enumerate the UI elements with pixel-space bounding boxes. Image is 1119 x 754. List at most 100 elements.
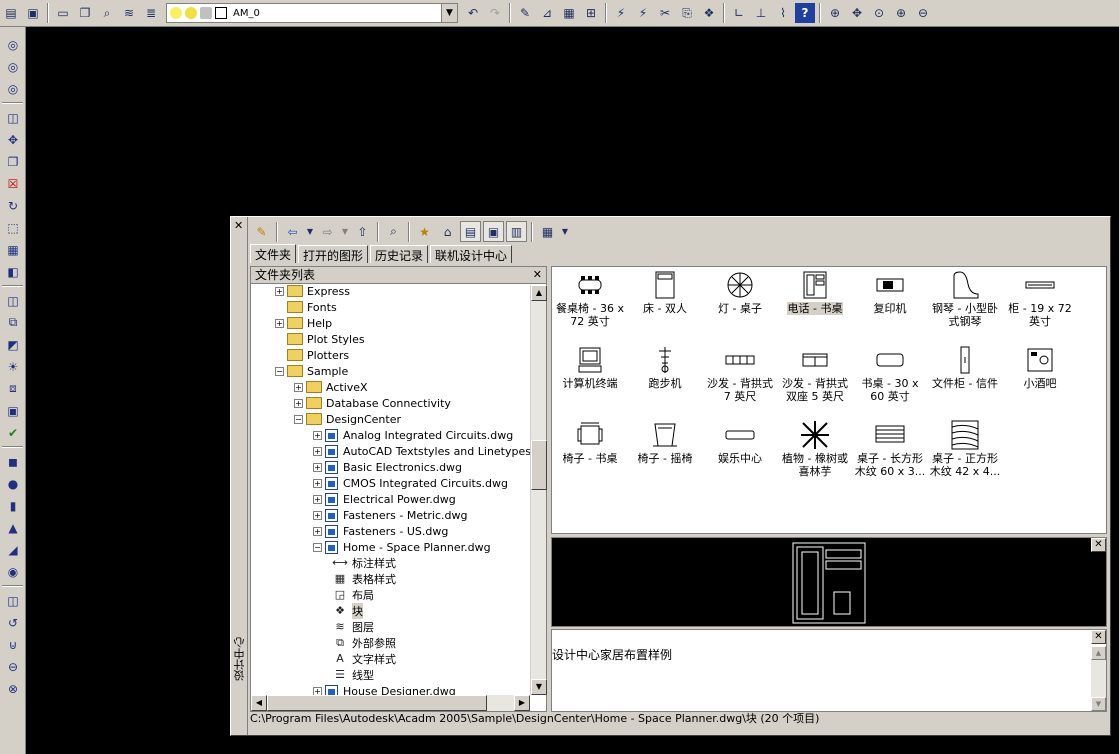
tab-folders[interactable]: 文件夹 <box>250 244 297 263</box>
scroll-down-icon[interactable]: ▼ <box>531 679 547 695</box>
box-solid-icon[interactable]: ◼ <box>3 452 23 471</box>
block-item[interactable]: 餐桌椅 - 36 x 72 英寸 <box>552 270 628 340</box>
block-item[interactable]: 钢琴 - 小型卧式钢琴 <box>927 270 1003 340</box>
cut-icon[interactable]: ✂ <box>655 3 675 23</box>
chevron-down-icon[interactable]: ▼ <box>441 4 457 22</box>
scroll-thumb[interactable] <box>267 695 487 711</box>
forward-icon[interactable]: ⇨ <box>317 221 338 242</box>
expand-icon[interactable]: + <box>294 382 303 392</box>
cone-icon[interactable]: ▲ <box>3 518 23 537</box>
close-icon[interactable]: ✕ <box>234 219 243 232</box>
expand-icon[interactable]: + <box>313 430 322 440</box>
block-item[interactable]: 植物 - 橡树或喜林芋 <box>777 420 853 490</box>
paste-icon[interactable]: ⎘ <box>677 3 697 23</box>
properties-icon[interactable]: ⊞ <box>581 3 601 23</box>
block-item[interactable]: 沙发 - 背拱式 7 英尺 <box>702 345 778 415</box>
subtract-icon[interactable]: ⊖ <box>3 657 23 676</box>
zoom-in-icon[interactable]: ⊕ <box>891 3 911 23</box>
zoom-realtime-icon[interactable]: ⊕ <box>825 3 845 23</box>
back-dropdown-icon[interactable]: ▼ <box>305 221 315 242</box>
tree-folder[interactable]: Plot Styles <box>275 331 365 347</box>
expand-icon[interactable]: + <box>275 286 284 296</box>
tree-horizontal-scrollbar[interactable]: ◀ ▶ <box>251 695 530 711</box>
find-icon[interactable]: ⌕ <box>97 3 117 23</box>
save-icon[interactable]: ▣ <box>23 3 43 23</box>
up-icon[interactable]: ⇧ <box>352 221 373 242</box>
tree-drawing[interactable]: + AutoCAD Textstyles and Linetypes.dwg <box>313 443 530 459</box>
scroll-up-icon[interactable]: ▲ <box>1091 646 1106 660</box>
block-item[interactable]: 沙发 - 背拱式双座 5 英尺 <box>777 345 853 415</box>
match-properties-icon[interactable]: ⚡ <box>611 3 631 23</box>
close-icon[interactable]: ✕ <box>1091 538 1106 552</box>
tree-vertical-scrollbar[interactable]: ▲ ▼ <box>530 285 547 695</box>
tree-drawing[interactable]: + Fasteners - Metric.dwg <box>313 507 467 523</box>
block-item[interactable]: 椅子 - 摇椅 <box>627 420 703 490</box>
pan-icon[interactable]: ✥ <box>847 3 867 23</box>
tree-folder[interactable]: − Sample <box>275 363 348 379</box>
axis-icon[interactable]: ⊥ <box>751 3 771 23</box>
block-insert-icon[interactable]: ❖ <box>699 3 719 23</box>
copy-3d-icon[interactable]: ❐ <box>3 152 23 171</box>
section-icon[interactable]: ▣ <box>3 401 23 420</box>
expand-icon[interactable]: + <box>275 318 284 328</box>
favorites-icon[interactable]: ★ <box>414 221 435 242</box>
collapse-icon[interactable]: − <box>275 366 284 376</box>
scroll-up-icon[interactable]: ▲ <box>531 285 547 301</box>
expand-icon[interactable]: + <box>313 526 322 536</box>
views-icon[interactable]: ▦ <box>537 221 558 242</box>
search-icon[interactable]: ⌕ <box>383 221 404 242</box>
tree-folder[interactable]: + Express <box>275 285 350 299</box>
tree-folder[interactable]: − DesignCenter <box>294 411 401 427</box>
tree-folder[interactable]: Fonts <box>275 299 337 315</box>
zoom-previous-icon[interactable]: ⊖ <box>913 3 933 23</box>
tree-content-type[interactable]: ▦ 表格样式 <box>332 571 396 587</box>
redo-icon[interactable]: ↷ <box>485 3 505 23</box>
tree-toggle-icon[interactable]: ▤ <box>460 221 481 242</box>
delete-icon[interactable]: ☒ <box>3 174 23 193</box>
collapse-icon[interactable]: − <box>313 542 322 552</box>
block-item[interactable]: 计算机终端 <box>552 345 628 415</box>
tree-folder[interactable]: + Help <box>275 315 332 331</box>
tree-content-type[interactable]: ≋ 图层 <box>332 619 374 635</box>
tree-content-type[interactable]: ❖ 块 <box>332 603 363 619</box>
tab-dc-online[interactable]: 联机设计中心 <box>430 245 513 263</box>
block-item[interactable]: 柜 - 19 x 72 英寸 <box>1002 270 1078 340</box>
tree-folder[interactable]: + ActiveX <box>294 379 368 395</box>
pencil-icon[interactable]: ✎ <box>515 3 535 23</box>
load-icon[interactable]: ✎ <box>251 221 272 242</box>
ucs-view-icon[interactable]: ◎ <box>3 79 23 98</box>
expand-icon[interactable]: + <box>313 510 322 520</box>
help-icon[interactable]: ? <box>795 3 815 23</box>
tree-folder[interactable]: Plotters <box>275 347 349 363</box>
move-icon[interactable]: ✥ <box>3 130 23 149</box>
expand-icon[interactable]: + <box>313 494 322 504</box>
render-icon[interactable]: ☀ <box>3 357 23 376</box>
array-icon[interactable]: ▦ <box>3 240 23 259</box>
tree-content-type[interactable]: ◲ 布局 <box>332 587 374 603</box>
tree-drawing[interactable]: + Electrical Power.dwg <box>313 491 456 507</box>
ucs-world-icon[interactable]: ◎ <box>3 35 23 54</box>
block-item[interactable]: 书桌 - 30 x 60 英寸 <box>852 345 928 415</box>
open-icon[interactable]: ▤ <box>1 3 21 23</box>
block-item[interactable]: 复印机 <box>852 270 928 340</box>
table-icon[interactable]: ▦ <box>559 3 579 23</box>
block-item[interactable]: 椅子 - 书桌 <box>552 420 628 490</box>
collapse-icon[interactable]: − <box>294 414 303 424</box>
expand-icon[interactable]: + <box>313 478 322 488</box>
tree-drawing[interactable]: + Analog Integrated Circuits.dwg <box>313 427 513 443</box>
description-toggle-icon[interactable]: ▥ <box>506 221 527 242</box>
block-item[interactable]: 娱乐中心 <box>702 420 778 490</box>
slice-icon[interactable]: ⧈ <box>3 379 23 398</box>
extrude-solid-icon[interactable]: ◫ <box>3 591 23 610</box>
tab-history[interactable]: 历史记录 <box>370 245 429 263</box>
block-item[interactable]: 文件柜 - 信件 <box>927 345 1003 415</box>
tab-open-drawings[interactable]: 打开的图形 <box>298 245 369 263</box>
solid-icon[interactable]: ◫ <box>3 291 23 310</box>
paint-icon[interactable]: ⚡ <box>633 3 653 23</box>
revolve-icon[interactable]: ↺ <box>3 613 23 632</box>
zoom-window-icon[interactable]: ⊙ <box>869 3 889 23</box>
ucs-icon[interactable]: ∟ <box>729 3 749 23</box>
shade-icon[interactable]: ◩ <box>3 335 23 354</box>
layer-previous-icon[interactable]: ≣ <box>141 3 161 23</box>
expand-icon[interactable]: + <box>313 686 322 695</box>
